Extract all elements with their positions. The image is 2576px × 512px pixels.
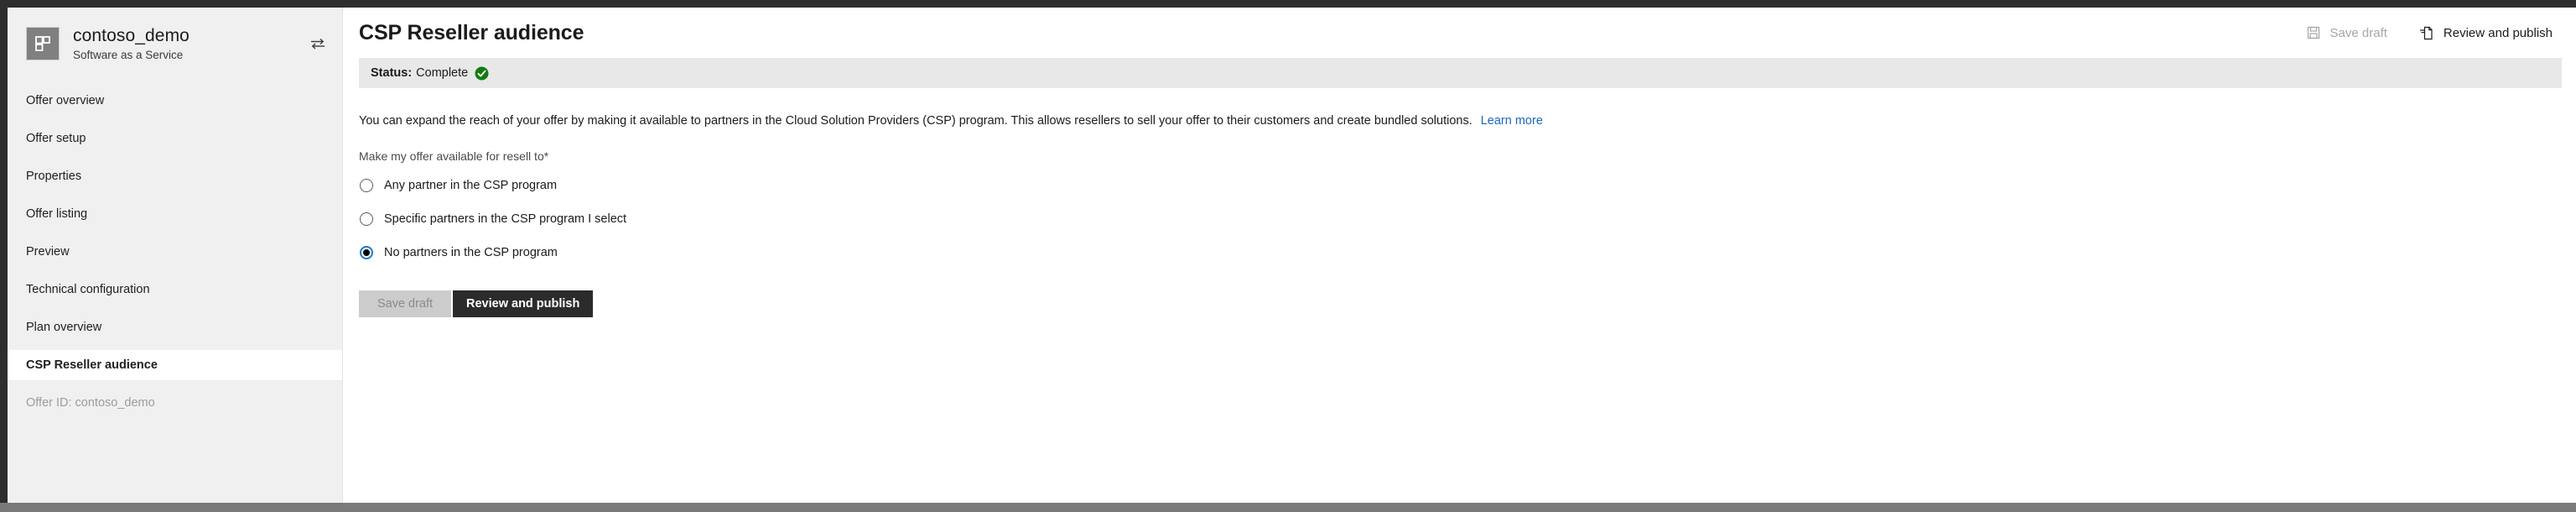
window-left-border xyxy=(0,8,8,503)
review-publish-button[interactable]: Review and publish xyxy=(453,290,594,318)
intro-text: You can expand the reach of your offer b… xyxy=(359,114,1472,128)
radio-option-label: Any partner in the CSP program xyxy=(384,179,558,193)
sidebar-item-properties[interactable]: Properties xyxy=(8,161,342,191)
app-identity: contoso_demo Software as a Service xyxy=(73,26,302,62)
sidebar-item-csp-reseller-audience[interactable]: CSP Reseller audience xyxy=(8,349,342,380)
window-titlebar xyxy=(0,0,2576,8)
content-body: You can expand the reach of your offer b… xyxy=(345,112,2576,318)
sidebar-item-technical-configuration[interactable]: Technical configuration xyxy=(8,274,342,305)
sidebar: contoso_demo Software as a Service Offer… xyxy=(8,8,343,503)
footer-actions: Save draft Review and publish xyxy=(359,290,2562,318)
command-bar: CSP Reseller audience Save draft Review … xyxy=(345,8,2576,58)
offer-grid-icon xyxy=(26,27,60,61)
radio-circle-selected-icon xyxy=(360,246,373,260)
save-draft-button[interactable]: Save draft xyxy=(359,290,451,318)
sidebar-item-plan-overview[interactable]: Plan overview xyxy=(8,312,342,342)
app-title: contoso_demo xyxy=(73,26,190,45)
sidebar-offer-id: Offer ID: contoso_demo xyxy=(26,395,155,410)
sidebar-item-label: Properties xyxy=(26,169,82,183)
learn-more-link[interactable]: Learn more xyxy=(1481,114,1543,128)
command-bar-actions: Save draft Review and publish xyxy=(2304,22,2554,44)
radio-option-label: No partners in the CSP program xyxy=(384,246,558,260)
sidebar-item-label: Offer overview xyxy=(26,93,105,107)
resell-radio-group: Any partner in the CSP program Specific … xyxy=(359,175,2562,264)
app-window: contoso_demo Software as a Service Offer… xyxy=(0,0,2576,512)
resell-field-label: Make my offer available for resell to* xyxy=(359,149,549,164)
app-subtitle: Software as a Service xyxy=(73,49,184,62)
horizontal-scrollbar[interactable] xyxy=(0,503,2576,512)
sidebar-item-offer-listing[interactable]: Offer listing xyxy=(8,199,342,229)
main-content: CSP Reseller audience Save draft Review … xyxy=(345,8,2576,503)
review-publish-command-label: Review and publish xyxy=(2443,25,2553,40)
intro-paragraph: You can expand the reach of your offer b… xyxy=(359,112,2562,129)
sidebar-item-label: CSP Reseller audience xyxy=(26,358,158,372)
sidebar-item-preview[interactable]: Preview xyxy=(8,237,342,267)
sidebar-item-offer-setup[interactable]: Offer setup xyxy=(8,123,342,154)
radio-option-label: Specific partners in the CSP program I s… xyxy=(384,212,627,227)
sidebar-item-offer-overview[interactable]: Offer overview xyxy=(8,86,342,116)
radio-circle-icon xyxy=(360,179,373,193)
sidebar-item-label: Offer setup xyxy=(26,131,86,145)
radio-option-specific-partners[interactable]: Specific partners in the CSP program I s… xyxy=(359,208,2562,230)
status-value: Complete xyxy=(416,66,469,80)
status-label: Status: xyxy=(371,66,413,80)
publish-document-icon xyxy=(2419,25,2434,40)
save-draft-command-button[interactable]: Save draft xyxy=(2304,22,2389,44)
review-publish-command-button[interactable]: Review and publish xyxy=(2418,22,2554,44)
save-draft-command-label: Save draft xyxy=(2329,25,2387,40)
sidebar-header: contoso_demo Software as a Service xyxy=(8,8,342,79)
sidebar-item-label: Plan overview xyxy=(26,320,102,334)
page-title: CSP Reseller audience xyxy=(359,20,584,44)
radio-option-no-partners[interactable]: No partners in the CSP program xyxy=(359,242,2562,264)
sidebar-item-label: Technical configuration xyxy=(26,282,150,296)
save-floppy-icon xyxy=(2306,25,2321,40)
switch-arrows-icon[interactable] xyxy=(309,34,327,53)
sidebar-item-label: Preview xyxy=(26,244,70,259)
check-circle-icon xyxy=(475,66,489,81)
sidebar-nav: Offer overview Offer setup Properties Of… xyxy=(8,86,342,380)
radio-circle-icon xyxy=(360,212,373,227)
sidebar-item-label: Offer listing xyxy=(26,206,88,221)
status-banner: Status: Complete xyxy=(359,58,2562,88)
radio-option-any-partner[interactable]: Any partner in the CSP program xyxy=(359,175,2562,196)
